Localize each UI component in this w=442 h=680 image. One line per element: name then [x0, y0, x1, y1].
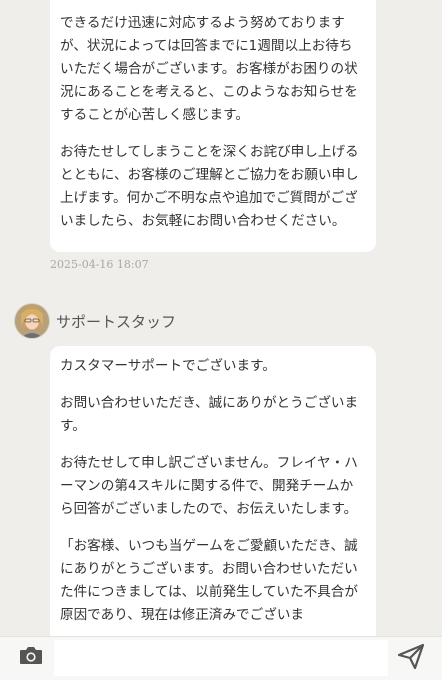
message-paragraph: カスタマーサポートでございます。 — [60, 358, 276, 374]
message-input[interactable] — [54, 640, 388, 676]
chat-area[interactable]: できるだけ迅速に対応するよう努めておりますが、状況によっては回答までに1週間以上… — [0, 0, 442, 636]
send-icon[interactable] — [397, 642, 425, 670]
camera-icon[interactable] — [18, 643, 44, 667]
message-timestamp: 2025-04-16 18:07 — [50, 258, 149, 271]
composer-bar — [0, 636, 442, 680]
message-bubble: カスタマーサポートでございます。 お問い合わせいただき、誠にありがとうございます… — [50, 346, 376, 636]
message-paragraph: 「お客様、いつも当ゲームをご愛顧いただき、誠にありがとうございます。お問い合わせ… — [60, 538, 358, 623]
message-paragraph: お待たせして申し訳ございません。フレイヤ・ハーマンの第4スキルに関する件で、開発… — [60, 455, 358, 517]
staff-avatar-image — [15, 304, 49, 338]
message-paragraph: できるだけ迅速に対応するよう努めておりますが、状況によっては回答までに1週間以上… — [60, 15, 358, 123]
message-paragraph: お問い合わせいただき、誠にありがとうございます。 — [60, 395, 359, 434]
message-paragraph: お待たせしてしまうことを深くお詫び申し上げるとともに、お客様のご理解とご協力をお… — [60, 144, 359, 229]
sender-name: サポートスタッフ — [56, 313, 177, 331]
avatar[interactable] — [15, 304, 49, 338]
message-bubble: できるだけ迅速に対応するよう努めておりますが、状況によっては回答までに1週間以上… — [50, 0, 376, 252]
